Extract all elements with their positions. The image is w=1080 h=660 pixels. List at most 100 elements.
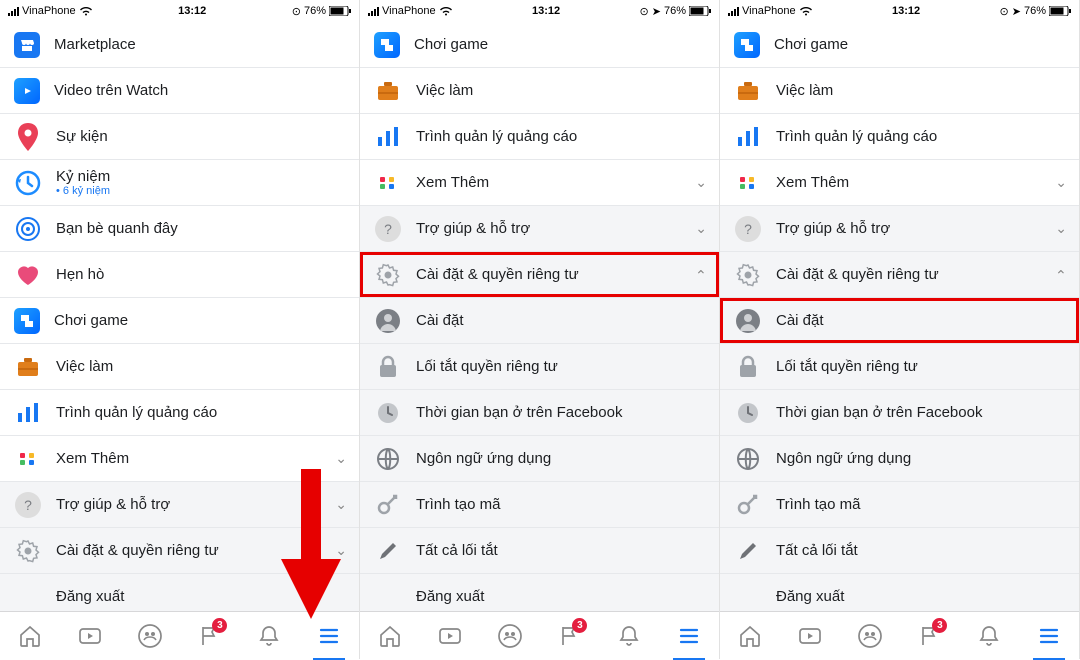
menu-item-dating[interactable]: Hẹn hò — [0, 252, 359, 298]
tab-flag[interactable]: 3 — [185, 612, 233, 660]
screen-3: VinaPhone 13:12 ⊙ ➤ 76% Chơi gameViệc là… — [720, 0, 1080, 659]
time-label: 13:12 — [892, 5, 920, 17]
tab-bell[interactable] — [245, 612, 293, 660]
menu-item-more[interactable]: Xem Thêm⌄ — [720, 160, 1079, 206]
menu-item-settings[interactable]: Cài đặt & quyền riêng tư⌄ — [720, 252, 1079, 298]
chevron-down-icon: ⌄ — [335, 496, 347, 513]
menu-item-jobs[interactable]: Việc làm — [720, 68, 1079, 114]
menu-item-pencil[interactable]: Tất cả lối tắt — [720, 528, 1079, 574]
menu-item-none[interactable]: Đăng xuất — [720, 574, 1079, 611]
clock-icon — [734, 399, 762, 427]
menu-list: Chơi game Việc làm Trình quản lý quảng cáo… — [720, 22, 1079, 611]
battery-label: 76% — [664, 5, 686, 17]
wifi-icon — [439, 6, 453, 16]
battery-icon — [329, 6, 351, 16]
menu-item-label: Trợ giúp & hỗ trợ — [56, 496, 321, 513]
menu-item-jobs[interactable]: Việc làm — [360, 68, 719, 114]
time-label: 13:12 — [178, 5, 206, 17]
briefcase-icon — [374, 77, 402, 105]
menu-item-profile[interactable]: Cài đặt — [360, 298, 719, 344]
tab-menu[interactable] — [1025, 612, 1073, 660]
menu-item-label: Tất cả lối tắt — [416, 542, 707, 559]
menu-item-jobs[interactable]: Việc làm — [0, 344, 359, 390]
menu-item-event[interactable]: Sự kiện — [0, 114, 359, 160]
badge: 3 — [572, 618, 587, 633]
lock-icon — [734, 353, 762, 381]
menu-item-label: Xem Thêm — [416, 174, 681, 191]
briefcase-icon — [14, 353, 42, 381]
chevron-down-icon: ⌄ — [335, 542, 347, 559]
menu-list: Chơi gameViệc làmTrình quản lý quảng cáo… — [360, 22, 719, 611]
tab-video[interactable] — [786, 612, 834, 660]
menu-item-help[interactable]: ?Trợ giúp & hỗ trợ⌄ — [360, 206, 719, 252]
menu-item-more[interactable]: Xem Thêm⌄ — [360, 160, 719, 206]
menu-item-game[interactable]: Chơi game — [360, 22, 719, 68]
menu-item-ads[interactable]: Trình quản lý quảng cáo — [720, 114, 1079, 160]
menu-item-marketplace[interactable]: Marketplace — [0, 22, 359, 68]
menu-item-label: Hẹn hò — [56, 266, 347, 283]
tab-video[interactable] — [66, 612, 114, 660]
tab-menu[interactable] — [665, 612, 713, 660]
menu-item-label: Đăng xuất — [56, 588, 347, 605]
heart-icon — [14, 261, 42, 289]
menu-item-help[interactable]: ?Trợ giúp & hỗ trợ⌄ — [0, 482, 359, 528]
menu-item-game[interactable]: Chơi game — [0, 298, 359, 344]
menu-item-pencil[interactable]: Tất cả lối tắt — [360, 528, 719, 574]
tab-groups[interactable] — [846, 612, 894, 660]
menu-item-ads[interactable]: Trình quản lý quảng cáo — [0, 390, 359, 436]
menu-item-clock[interactable]: Thời gian bạn ở trên Facebook — [360, 390, 719, 436]
tab-groups[interactable] — [486, 612, 534, 660]
tab-bar: 3 — [360, 611, 719, 659]
tab-home[interactable] — [6, 612, 54, 660]
menu-item-memory[interactable]: Kỷ niệm• 6 kỷ niệm — [0, 160, 359, 206]
menu-item-settings[interactable]: Cài đặt & quyền riêng tư ⌄ — [0, 528, 359, 574]
grid-icon — [14, 445, 42, 473]
menu-item-help[interactable]: ?Trợ giúp & hỗ trợ⌄ — [720, 206, 1079, 252]
tab-flag[interactable]: 3 — [905, 612, 953, 660]
menu-item-key[interactable]: Trình tạo mã — [360, 482, 719, 528]
menu-item-label: Tất cả lối tắt — [776, 542, 1067, 559]
menu-item-game[interactable]: Chơi game — [720, 22, 1079, 68]
blank-icon — [734, 583, 762, 611]
badge: 3 — [932, 618, 947, 633]
game-icon — [14, 308, 40, 334]
tab-home[interactable] — [726, 612, 774, 660]
chart-icon — [14, 399, 42, 427]
menu-item-globe[interactable]: Ngôn ngữ ứng dụng — [720, 436, 1079, 482]
menu-item-label: Thời gian bạn ở trên Facebook — [776, 404, 1067, 421]
battery-label: 76% — [1024, 5, 1046, 17]
menu-item-label: Trợ giúp & hỗ trợ — [416, 220, 681, 237]
menu-item-none[interactable]: Đăng xuất — [0, 574, 359, 611]
tab-groups[interactable] — [126, 612, 174, 660]
menu-item-label: Chơi game — [54, 312, 347, 329]
menu-item-settings[interactable]: Cài đặt & quyền riêng tư⌄ — [360, 252, 719, 298]
menu-item-globe[interactable]: Ngôn ngữ ứng dụng — [360, 436, 719, 482]
game-icon — [374, 32, 400, 58]
tab-video[interactable] — [426, 612, 474, 660]
menu-item-more[interactable]: Xem Thêm⌄ — [0, 436, 359, 482]
menu-item-none[interactable]: Đăng xuất — [360, 574, 719, 611]
menu-item-lock[interactable]: Lối tắt quyền riêng tư — [360, 344, 719, 390]
grid-icon — [734, 169, 762, 197]
globe-icon — [734, 445, 762, 473]
menu-item-label: Trình tạo mã — [416, 496, 707, 513]
tab-bell[interactable] — [605, 612, 653, 660]
tab-bell[interactable] — [965, 612, 1013, 660]
tab-flag[interactable]: 3 — [545, 612, 593, 660]
menu-item-ads[interactable]: Trình quản lý quảng cáo — [360, 114, 719, 160]
menu-item-clock[interactable]: Thời gian bạn ở trên Facebook — [720, 390, 1079, 436]
menu-item-label: Chơi game — [774, 36, 1067, 53]
menu-item-key[interactable]: Trình tạo mã — [720, 482, 1079, 528]
menu-item-video[interactable]: Video trên Watch — [0, 68, 359, 114]
menu-item-profile[interactable]: Cài đặt — [720, 298, 1079, 344]
tab-home[interactable] — [366, 612, 414, 660]
menu-list: MarketplaceVideo trên WatchSự kiệnKỷ niệ… — [0, 22, 359, 611]
tab-menu[interactable] — [305, 612, 353, 660]
memory-icon — [14, 169, 42, 197]
menu-item-label: Trợ giúp & hỗ trợ — [776, 220, 1041, 237]
carrier-label: VinaPhone — [22, 5, 76, 17]
menu-item-label: Cài đặt & quyền riêng tư — [56, 542, 321, 559]
menu-item-nearby[interactable]: Bạn bè quanh đây — [0, 206, 359, 252]
menu-item-label: Việc làm — [776, 82, 1067, 99]
menu-item-lock[interactable]: Lối tắt quyền riêng tư — [720, 344, 1079, 390]
